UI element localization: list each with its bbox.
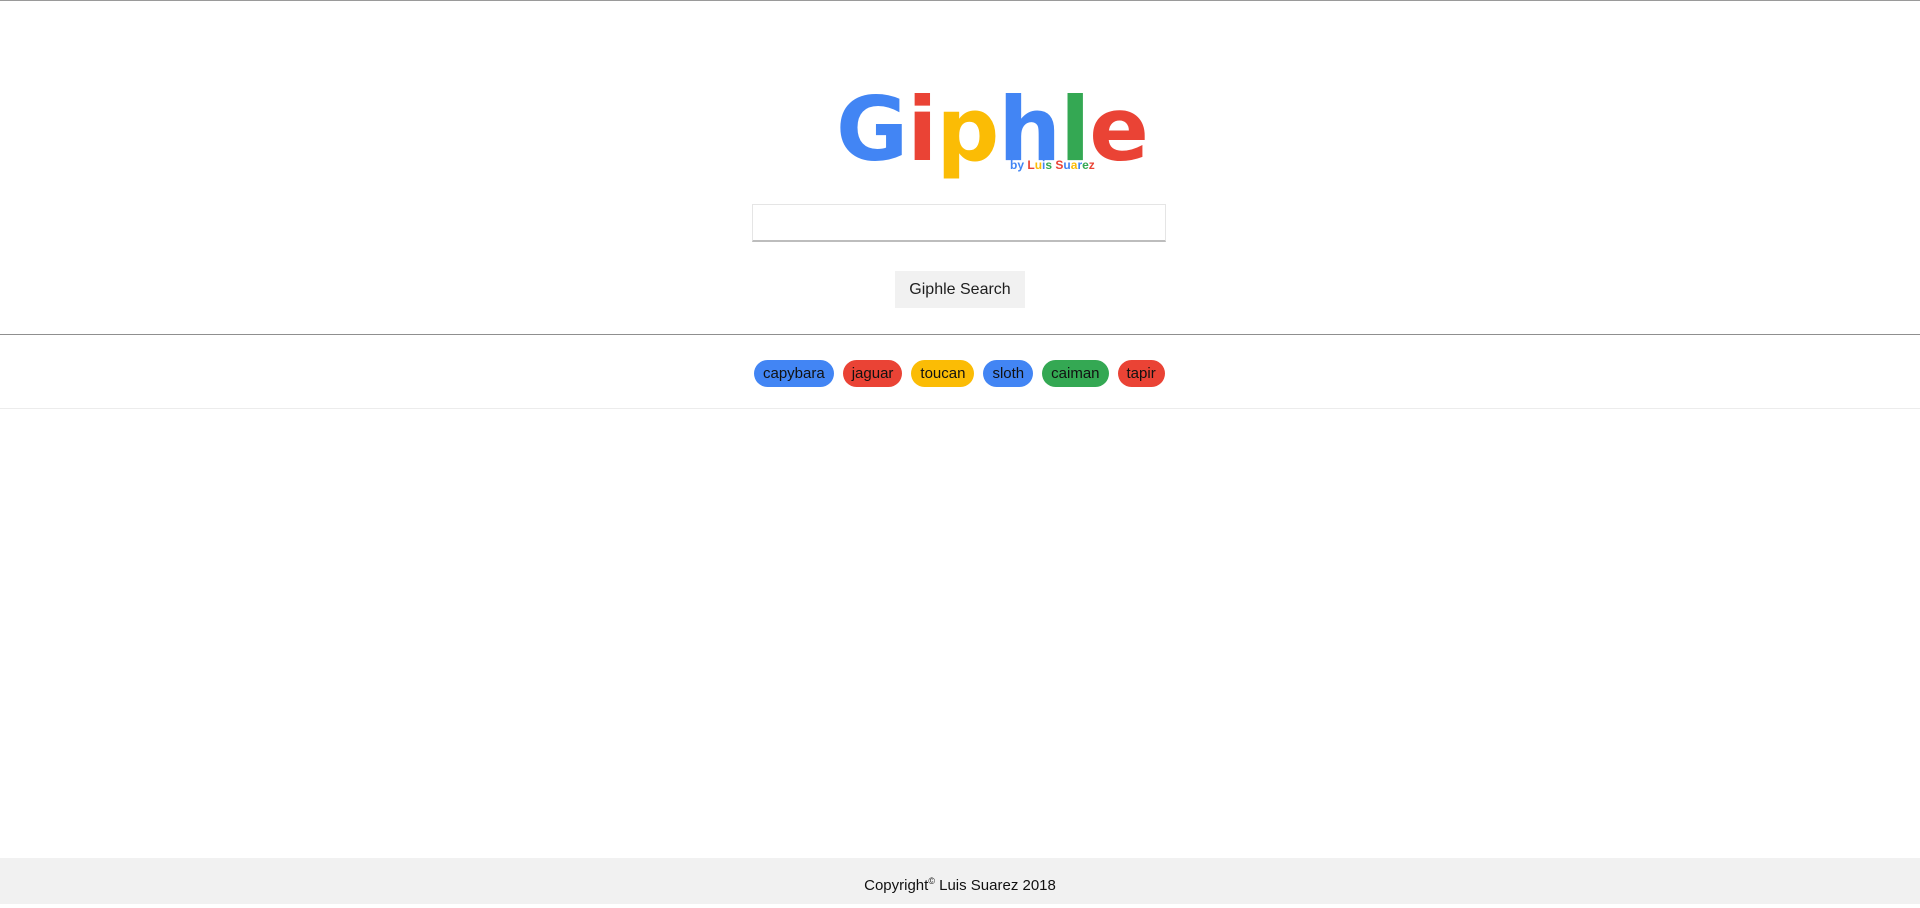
tag-tapir[interactable]: tapir (1117, 360, 1165, 387)
byline-part: L (1027, 158, 1035, 172)
tag-caiman[interactable]: caiman (1042, 360, 1109, 387)
byline-part: u (1063, 158, 1071, 172)
header-divider (0, 334, 1920, 335)
logo-area: G i p h l e by Luis Suarez (0, 84, 1920, 176)
tag-sloth[interactable]: sloth (983, 360, 1034, 387)
copyright-symbol: © (928, 876, 935, 886)
logo-letter-p: p (936, 78, 999, 181)
byline-part: z (1088, 158, 1095, 172)
logo-letter-g: G (836, 78, 908, 181)
search-input[interactable] (752, 204, 1166, 242)
byline-part: u (1034, 158, 1043, 172)
tag-capybara[interactable]: capybara (754, 360, 834, 387)
giphle-logo: G i p h l e (836, 78, 1149, 181)
tag-list: capybara jaguar toucan sloth caiman tapi… (754, 360, 1165, 387)
logo-letter-e: e (1089, 78, 1149, 181)
byline-part: e (1082, 158, 1089, 172)
tag-toucan[interactable]: toucan (911, 360, 975, 387)
footer: Copyright© Luis Suarez 2018 (0, 858, 1920, 904)
footer-copyright-owner: Luis Suarez 2018 (934, 877, 1056, 894)
tag-jaguar[interactable]: jaguar (842, 360, 903, 387)
page: G i p h l e by Luis Suarez Giphle Search… (0, 0, 1920, 908)
footer-copyright-prefix: Copyright (864, 877, 929, 894)
logo-letter-i: i (907, 78, 937, 181)
giphle-search-button[interactable]: Giphle Search (895, 271, 1025, 308)
byline-part: s (1045, 158, 1056, 172)
top-divider (0, 0, 1920, 1)
logo-byline: by Luis Suarez (1010, 158, 1095, 172)
tags-divider (0, 408, 1920, 409)
byline-part: by (1010, 158, 1028, 172)
